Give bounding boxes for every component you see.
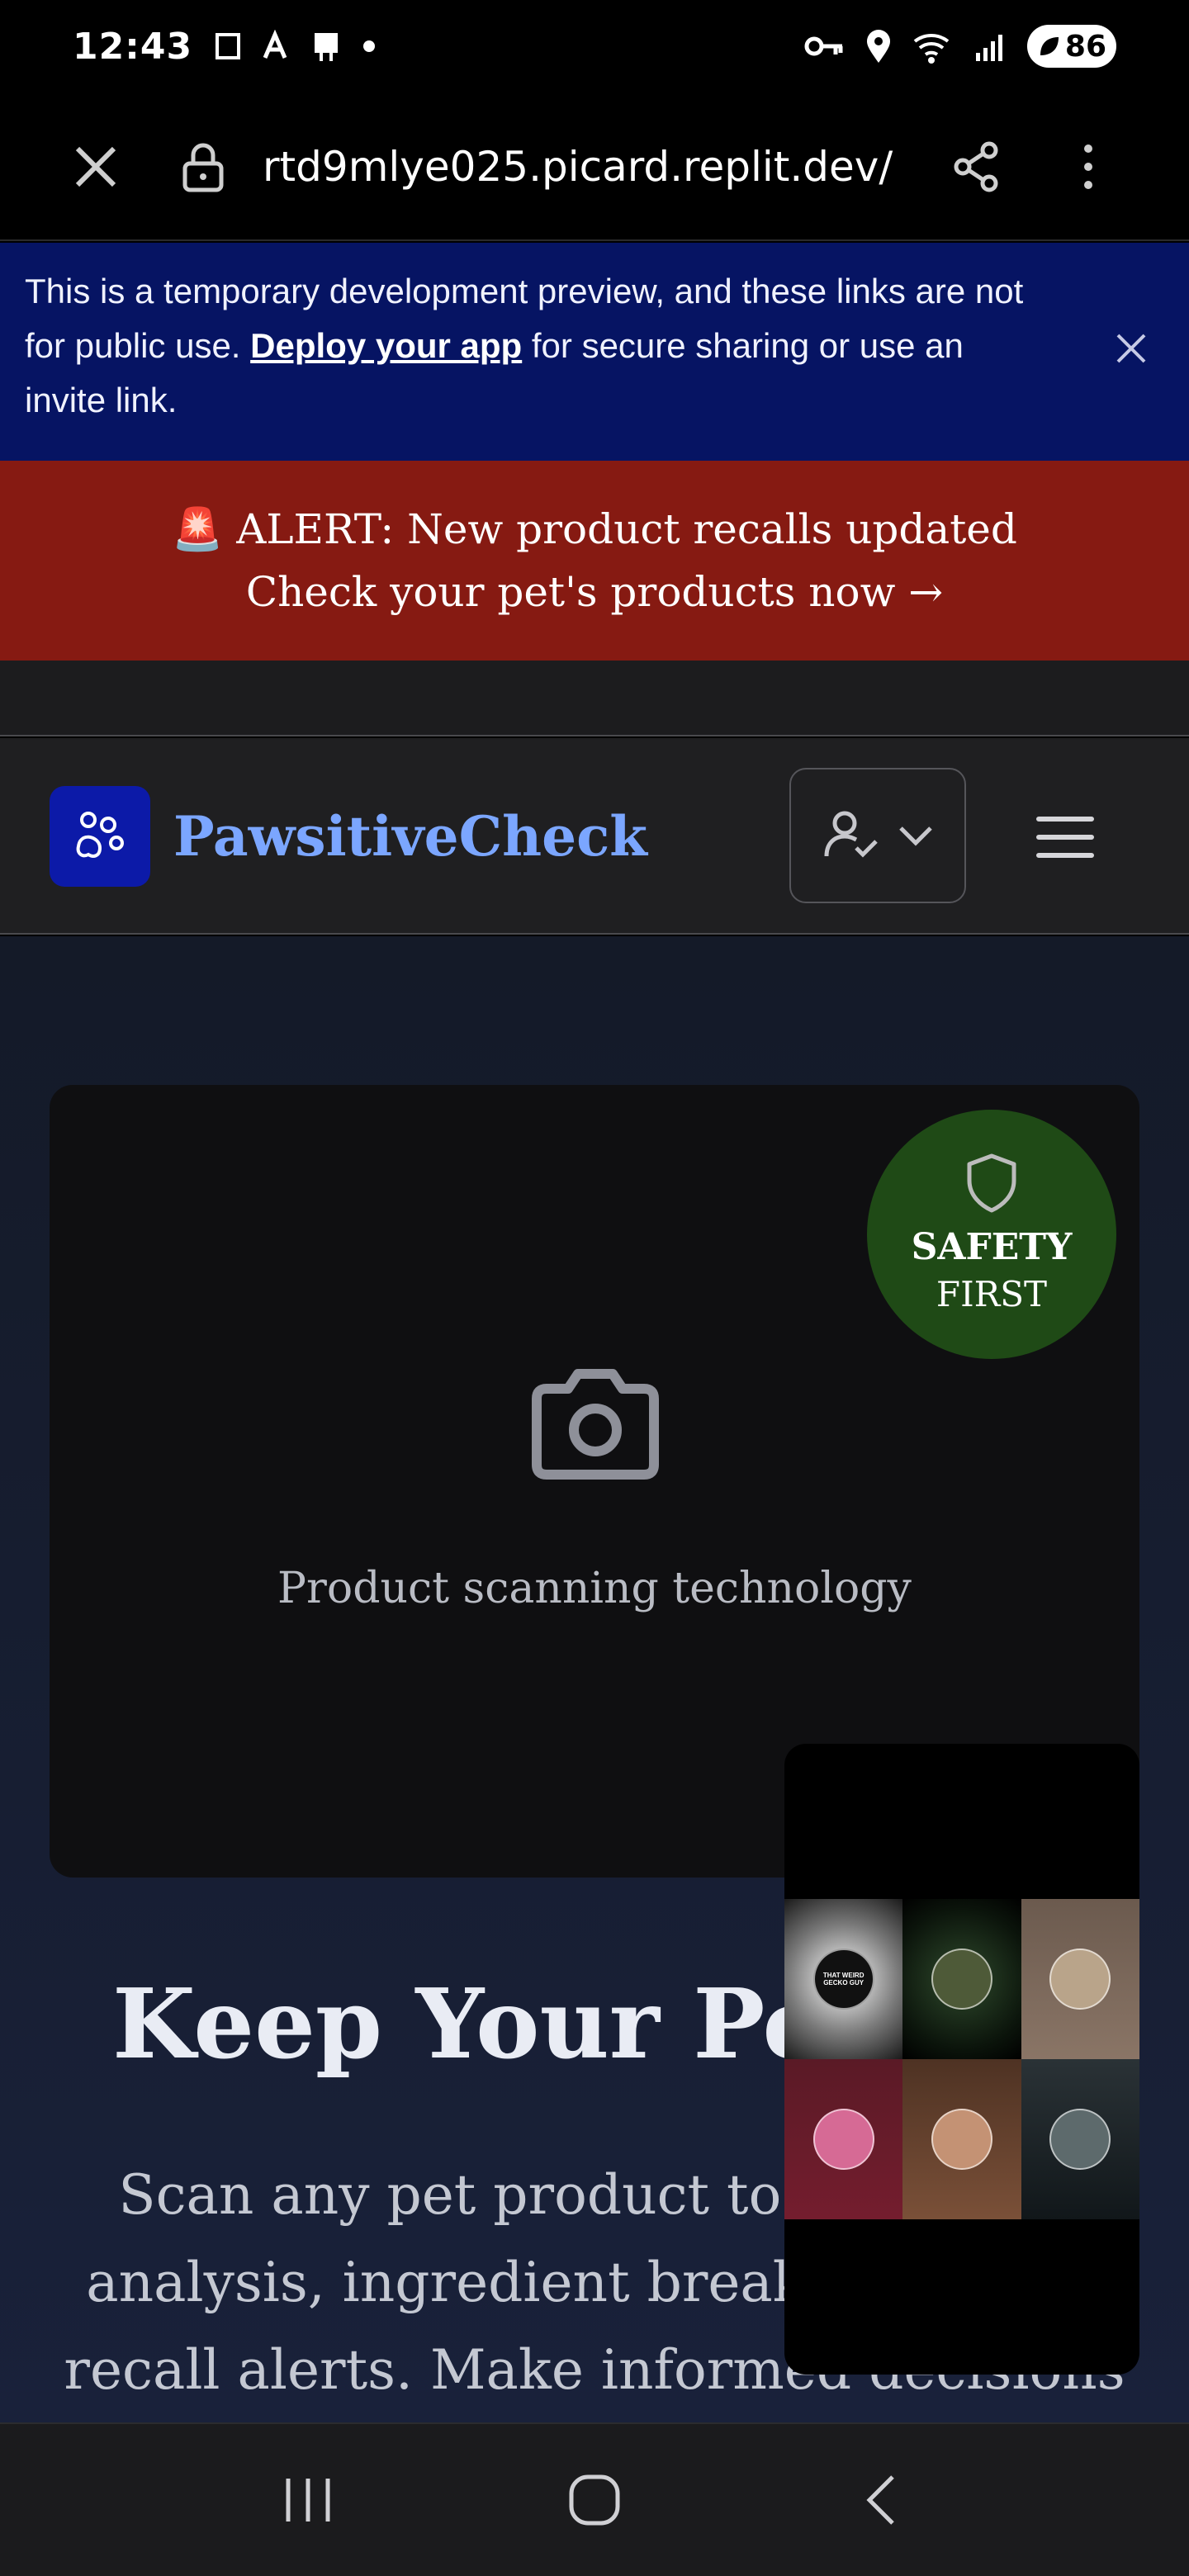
avatar [931, 1949, 992, 2010]
close-icon [1116, 334, 1146, 363]
device-icon [315, 33, 339, 61]
browser-toolbar: rtd9mlye025.picard.replit.dev/ [0, 92, 1189, 241]
brand-name[interactable]: PawsitiveCheck [173, 798, 647, 875]
alert-headline: 🚨 ALERT: New product recalls updated [172, 505, 1017, 553]
battery-indicator: 86 [1026, 25, 1116, 68]
dot-icon [363, 40, 376, 52]
share-button[interactable] [948, 139, 1004, 195]
recents-button[interactable] [258, 2459, 358, 2541]
home-icon [569, 2474, 620, 2526]
account-menu-button[interactable] [789, 768, 966, 903]
avatar: THAT WEIRD GECKO GUY [812, 1949, 874, 2010]
avatar [931, 2109, 992, 2170]
hamburger-icon [1036, 817, 1094, 858]
avatar-caption: THAT WEIRD GECKO GUY [822, 1972, 865, 1986]
system-navigation-bar [0, 2422, 1189, 2576]
main-menu-button[interactable] [1032, 804, 1098, 870]
overlay-tile[interactable] [902, 2059, 1021, 2219]
badge-line-2: FIRST [936, 1274, 1048, 1314]
location-icon [866, 30, 890, 63]
deploy-app-link[interactable]: Deploy your app [250, 326, 522, 365]
brand-logo[interactable] [50, 786, 150, 887]
leaf-icon [1040, 37, 1059, 55]
overlay-tile[interactable] [1021, 1899, 1139, 2059]
overlay-tile[interactable] [902, 1899, 1021, 2059]
back-icon [866, 2475, 894, 2525]
battery-level: 86 [1064, 29, 1106, 64]
lock-icon [182, 143, 224, 192]
signal-icon [975, 35, 1002, 61]
app-header: PawsitiveCheck [0, 738, 1189, 935]
chevron-down-icon [899, 826, 932, 846]
system-icons: 86 [803, 25, 1116, 68]
avatar [1049, 1949, 1111, 2010]
site-info-button[interactable] [175, 139, 231, 195]
url-bar[interactable]: rtd9mlye025.picard.replit.dev/ [263, 134, 907, 200]
avatar [1049, 2109, 1111, 2170]
avatar [812, 2109, 874, 2170]
dev-preview-banner: This is a temporary development preview,… [0, 243, 1189, 461]
wifi-icon [913, 33, 950, 64]
alert-cta[interactable]: Check your pet's products now → [246, 561, 943, 623]
url-text: rtd9mlye025.picard.replit.dev/ [263, 143, 893, 191]
badge-line-1: SAFETY [911, 1226, 1073, 1268]
home-button[interactable] [545, 2459, 644, 2541]
camera-icon [532, 1369, 659, 1480]
safety-first-badge: SAFETY FIRST [867, 1110, 1116, 1359]
recall-alert-banner[interactable]: 🚨 ALERT: New product recalls updated Che… [0, 461, 1189, 661]
more-vert-icon [1084, 144, 1092, 189]
app-notification-icon [263, 30, 287, 59]
screen-icon [216, 33, 241, 59]
share-icon [954, 141, 998, 192]
recents-icon [286, 2479, 330, 2522]
dev-banner-text: This is a temporary development preview,… [25, 264, 1049, 428]
status-time: 12:43 [73, 25, 193, 68]
shield-icon [967, 1153, 1016, 1213]
overlay-tile[interactable] [784, 2059, 903, 2219]
back-button[interactable] [831, 2459, 931, 2541]
status-bar: 12:43 86 [0, 0, 1189, 92]
overlay-avatar-grid: THAT WEIRD GECKO GUY [784, 1899, 1139, 2219]
user-check-icon [824, 811, 878, 858]
overlay-tile[interactable]: THAT WEIRD GECKO GUY [784, 1899, 903, 2059]
overlay-tile[interactable] [1021, 2059, 1139, 2219]
scan-caption: Product scanning technology [277, 1564, 912, 1613]
browser-menu-button[interactable] [1067, 139, 1110, 195]
close-icon [75, 146, 116, 187]
dismiss-banner-button[interactable] [1108, 325, 1154, 372]
paw-icon [76, 812, 124, 858]
close-tab-button[interactable] [68, 139, 124, 195]
header-spacer [0, 661, 1189, 736]
notification-icons [212, 30, 379, 63]
floating-video-overlay[interactable]: THAT WEIRD GECKO GUY [784, 1744, 1139, 2375]
key-icon [804, 36, 843, 56]
